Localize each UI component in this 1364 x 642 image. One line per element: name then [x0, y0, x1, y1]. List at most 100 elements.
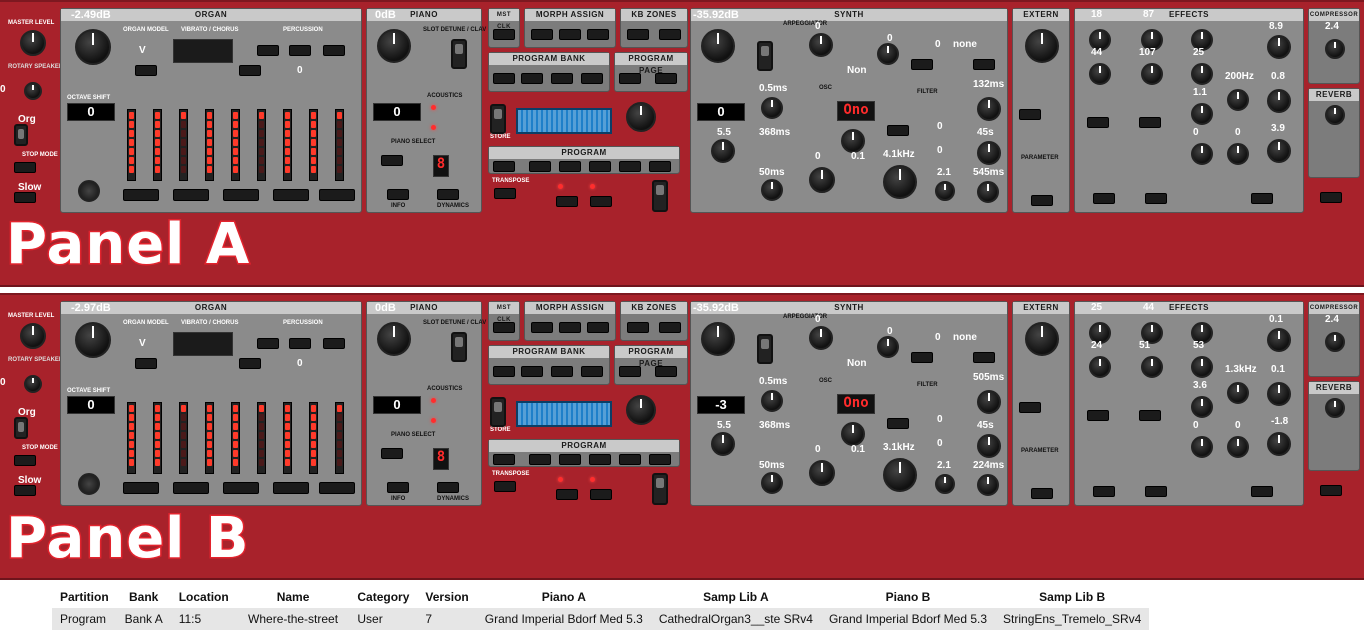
fx1-type-button[interactable] [1087, 410, 1109, 421]
piano-level-knob[interactable] [377, 322, 411, 356]
amp-source-button[interactable] [1251, 486, 1273, 497]
organ-level-knob[interactable] [75, 29, 111, 65]
piano-init-button[interactable] [551, 73, 573, 84]
transpose-button[interactable] [494, 188, 516, 199]
piano-detune-switch[interactable] [451, 332, 467, 362]
sound-init-switch[interactable] [757, 41, 773, 71]
store-synth-button[interactable] [973, 59, 995, 70]
master-level-knob[interactable] [20, 30, 46, 56]
release-knob[interactable] [761, 472, 783, 494]
env-attack-knob[interactable] [977, 390, 1001, 414]
release-knob[interactable] [761, 179, 783, 201]
perc-decay-button[interactable] [289, 45, 311, 56]
piano-dynamics-button[interactable] [437, 189, 459, 200]
mono-output-button[interactable] [556, 489, 578, 500]
dual-kb-button[interactable] [590, 196, 612, 207]
glide-knob[interactable] [877, 43, 899, 65]
perc-volume-button[interactable] [257, 338, 279, 349]
filter-type-button[interactable] [887, 418, 909, 429]
synth-init-button[interactable] [581, 366, 603, 377]
drawbar-4[interactable] [205, 109, 214, 181]
page-up-button[interactable] [655, 366, 677, 377]
drawbar-9[interactable] [335, 109, 344, 181]
live-mode-button[interactable] [493, 454, 515, 465]
organ-preset-5[interactable] [319, 482, 355, 494]
organ-preset-4[interactable] [273, 189, 309, 201]
delay-feedback-knob[interactable] [1191, 103, 1213, 125]
program-3-button[interactable] [589, 161, 611, 172]
drawbar-1[interactable] [127, 402, 136, 474]
drawbar-3[interactable] [179, 109, 188, 181]
organ-preset-3[interactable] [223, 482, 259, 494]
rotary-switch[interactable] [14, 417, 28, 439]
fx-source-button[interactable] [1093, 486, 1115, 497]
extern-parameter-knob[interactable] [1025, 322, 1059, 356]
comp-amount-knob[interactable] [1325, 39, 1345, 59]
drawbar-4[interactable] [205, 402, 214, 474]
shape-knob[interactable] [809, 167, 835, 193]
organ-preset-2[interactable] [173, 482, 209, 494]
reverb-amount-knob[interactable] [1325, 398, 1345, 418]
extern-source-button[interactable] [1031, 488, 1053, 499]
filter-freq-knob[interactable] [883, 458, 917, 492]
piano-dynamics-button[interactable] [437, 482, 459, 493]
drawbar-2[interactable] [153, 402, 162, 474]
lfo-rate-knob[interactable] [711, 432, 735, 456]
master-level-knob[interactable] [20, 323, 46, 349]
vibrato-button[interactable] [239, 65, 261, 76]
shape-knob[interactable] [809, 460, 835, 486]
synth-level-knob[interactable] [701, 322, 735, 356]
morph-ctrl-button[interactable] [587, 322, 609, 333]
organ-split-button[interactable] [521, 366, 543, 377]
piano-model-button[interactable] [387, 189, 409, 200]
organ-level-knob[interactable] [75, 322, 111, 358]
morph-atouch-button[interactable] [559, 29, 581, 40]
piano-detune-switch[interactable] [451, 39, 467, 69]
organ-preset-1[interactable] [123, 189, 159, 201]
organ-model-button[interactable] [135, 65, 157, 76]
perc-harmonic-button[interactable] [323, 338, 345, 349]
synth-init-button[interactable] [581, 73, 603, 84]
amp-bass-knob[interactable] [1267, 139, 1291, 163]
organ-preset-2[interactable] [173, 189, 209, 201]
extern-kb-zone-button[interactable] [1019, 109, 1041, 120]
organ-preset-1[interactable] [123, 482, 159, 494]
program-2-button[interactable] [559, 454, 581, 465]
page-up-button[interactable] [655, 73, 677, 84]
fx2-amount-knob[interactable] [1141, 63, 1163, 85]
arp-rate-knob[interactable] [809, 326, 833, 350]
amp-source-button[interactable] [1251, 193, 1273, 204]
amp-treble-knob[interactable] [1267, 35, 1291, 59]
filter-env-knob[interactable] [935, 474, 955, 494]
env-release-knob[interactable] [977, 474, 999, 496]
env-attack-knob[interactable] [977, 97, 1001, 121]
vibrato-button[interactable] [239, 358, 261, 369]
reverb-on-button[interactable] [1320, 192, 1342, 203]
table-row[interactable]: Program Bank A 11:5 Where-the-street Use… [52, 608, 1150, 630]
organ-init-button[interactable] [493, 366, 515, 377]
rotary-drive-knob[interactable] [24, 82, 42, 100]
fx2-type-button[interactable] [1139, 117, 1161, 128]
program-dial[interactable] [626, 395, 656, 425]
env-decay-knob[interactable] [977, 434, 1001, 458]
store-button[interactable] [490, 397, 506, 427]
page-down-button[interactable] [619, 73, 641, 84]
dual-kb-button[interactable] [590, 489, 612, 500]
osc-mod-knob[interactable] [841, 422, 865, 446]
fx2-type-button[interactable] [1139, 410, 1161, 421]
program-5-button[interactable] [649, 161, 671, 172]
stop-mode-button[interactable] [14, 162, 36, 173]
page-down-button[interactable] [619, 366, 641, 377]
organ-init-button[interactable] [493, 73, 515, 84]
reverb-amount-knob[interactable] [1325, 105, 1345, 125]
tap-tempo-button[interactable] [493, 29, 515, 40]
extern-parameter-knob[interactable] [1025, 29, 1059, 63]
sound-init-switch[interactable] [757, 334, 773, 364]
glide-knob[interactable] [877, 336, 899, 358]
drawbar-8[interactable] [309, 402, 318, 474]
filter-env-knob[interactable] [935, 181, 955, 201]
drawbar-2[interactable] [153, 109, 162, 181]
tap-tempo-button[interactable] [493, 322, 515, 333]
morph-ctrl-button[interactable] [587, 29, 609, 40]
drawbar-3[interactable] [179, 402, 188, 474]
